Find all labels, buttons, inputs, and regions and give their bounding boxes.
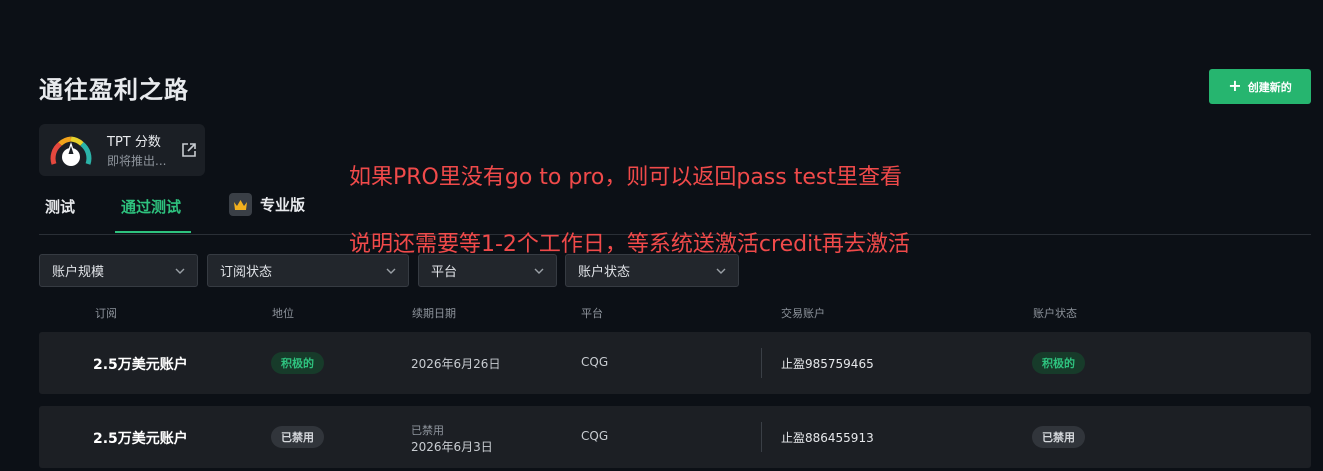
- column-header-renewal: 续期日期: [412, 307, 456, 320]
- create-new-button[interactable]: + 创建新的: [1209, 69, 1311, 104]
- account-status-badge: 积极的: [1032, 352, 1085, 374]
- filter-account-size[interactable]: 账户规模: [39, 254, 198, 287]
- status-badge: 积极的: [271, 352, 324, 374]
- plus-icon: +: [1228, 76, 1242, 95]
- account-name: 2.5万美元账户: [93, 357, 188, 373]
- filter-platform[interactable]: 平台: [418, 254, 557, 287]
- column-divider: [761, 348, 762, 378]
- tpt-score-card[interactable]: TPT 分数 即将推出...: [39, 124, 205, 176]
- active-tab-indicator: [115, 231, 191, 233]
- status-badge: 已禁用: [271, 426, 324, 448]
- platform-value: CQG: [581, 429, 609, 443]
- platform-value: CQG: [581, 355, 609, 369]
- tpt-score-label: TPT 分数: [107, 135, 161, 150]
- account-name: 2.5万美元账户: [93, 431, 188, 447]
- chevron-down-icon: [716, 268, 726, 274]
- chevron-down-icon: [386, 268, 396, 274]
- renewal-date: 2026年6月3日: [411, 440, 493, 454]
- gauge-icon: [50, 136, 92, 166]
- renewal-note: 已禁用: [411, 424, 444, 437]
- tpt-coming-soon: 即将推出...: [107, 154, 167, 168]
- column-header-subscription: 订阅: [95, 307, 117, 320]
- page-title: 通往盈利之路: [39, 76, 189, 104]
- table-row[interactable]: 2.5万美元账户 已禁用 已禁用 2026年6月3日 CQG 止盈8864559…: [39, 406, 1311, 468]
- column-header-account-status: 账户状态: [1033, 307, 1077, 320]
- tab-pro-label: 专业版: [260, 196, 306, 214]
- annotation-note-1: 如果PRO里没有go to pro，则可以返回pass test里查看: [349, 165, 902, 190]
- chevron-down-icon: [534, 268, 544, 274]
- column-divider: [761, 422, 762, 452]
- external-link-icon[interactable]: [180, 141, 198, 159]
- filter-account-status[interactable]: 账户状态: [565, 254, 739, 287]
- column-header-status: 地位: [272, 307, 294, 320]
- filter-subscription-status[interactable]: 订阅状态: [207, 254, 409, 287]
- account-status-badge: 已禁用: [1032, 426, 1085, 448]
- filter-account-size-label: 账户规模: [52, 265, 105, 280]
- column-header-trading-account: 交易账户: [781, 307, 825, 320]
- tab-pass-test[interactable]: 通过测试: [121, 196, 181, 217]
- tab-pro[interactable]: 专业版: [229, 193, 305, 216]
- trading-account: 止盈985759465: [781, 357, 874, 371]
- tab-test[interactable]: 测试: [45, 196, 75, 217]
- crown-icon: [229, 193, 252, 216]
- table-row[interactable]: 2.5万美元账户 积极的 2026年6月26日 CQG 止盈985759465 …: [39, 332, 1311, 394]
- renewal-date: 2026年6月26日: [411, 357, 501, 371]
- chevron-down-icon: [175, 268, 185, 274]
- create-new-label: 创建新的: [1247, 80, 1292, 94]
- filter-account-status-label: 账户状态: [578, 265, 631, 280]
- filter-platform-label: 平台: [431, 265, 458, 280]
- trading-account: 止盈886455913: [781, 431, 874, 445]
- column-header-platform: 平台: [581, 307, 603, 320]
- filter-subscription-status-label: 订阅状态: [220, 265, 273, 280]
